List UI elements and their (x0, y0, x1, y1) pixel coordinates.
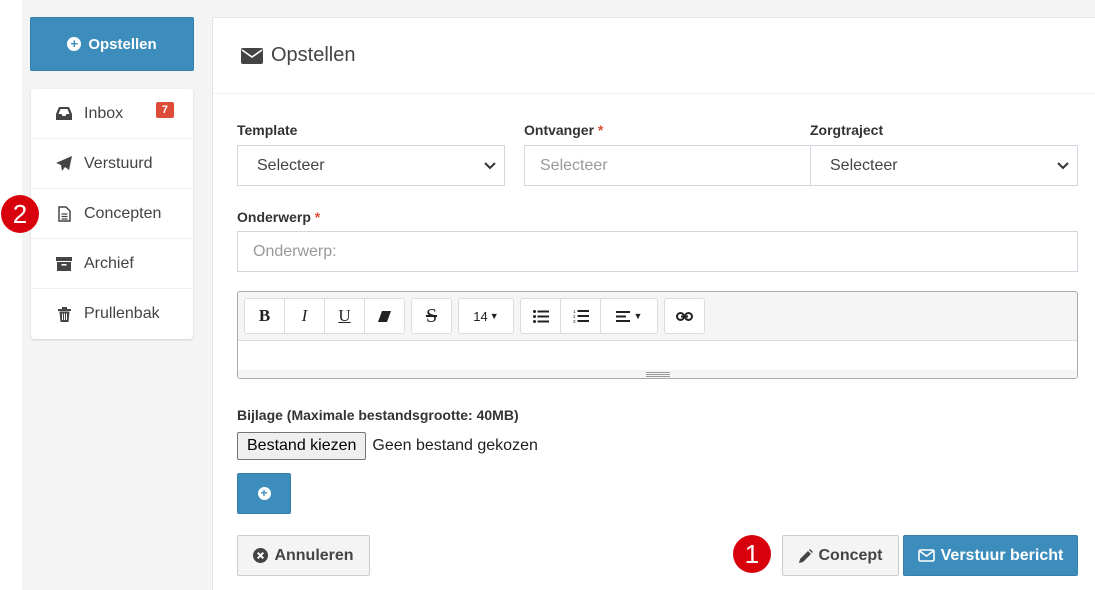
plus-circle-icon: + (67, 37, 82, 51)
save-draft-button-label: Concept (818, 546, 883, 564)
editor-toolbar: B I U S 14 ▼ 123 ▼ (238, 292, 1077, 340)
folder-inbox[interactable]: Inbox 7 (31, 89, 193, 139)
times-circle-icon (253, 548, 269, 563)
chevron-down-icon (484, 161, 496, 169)
list-ul-icon (532, 309, 549, 323)
folder-archive[interactable]: Archief (31, 239, 193, 289)
italic-button[interactable]: I (284, 298, 325, 334)
form-header: Opstellen (213, 18, 1095, 94)
required-mark: * (314, 209, 321, 225)
envelope-icon (241, 47, 263, 64)
clear-format-button[interactable] (364, 298, 405, 334)
care-path-select-value: Selecteer (830, 156, 898, 174)
annotation-marker-1: 1 (733, 535, 771, 573)
file-status: Geen bestand gekozen (372, 437, 538, 454)
align-left-icon (615, 310, 630, 322)
subject-label: Onderwerp * (237, 209, 321, 225)
folder-label: Concepten (84, 204, 162, 222)
page-title: Opstellen (271, 44, 356, 66)
underline-icon: U (338, 306, 351, 325)
template-label: Template (237, 122, 298, 138)
compose-form: Opstellen Template Selecteer Ontvanger *… (212, 17, 1095, 590)
folder-sent[interactable]: Verstuurd (31, 139, 193, 189)
resize-handle-icon (645, 371, 670, 377)
caret-down-icon: ▼ (633, 311, 643, 321)
folder-label: Inbox (84, 104, 124, 122)
compose-button-label: Opstellen (88, 35, 157, 53)
care-path-select[interactable]: Selecteer (810, 145, 1078, 186)
recipient-placeholder: Selecteer (540, 156, 608, 174)
trash-icon (55, 306, 73, 322)
add-attachment-button[interactable]: + (237, 473, 291, 514)
unread-count-badge: 7 (155, 102, 174, 118)
strikethrough-button[interactable]: S (411, 298, 452, 334)
font-size-value: 14 (473, 308, 488, 324)
attachment-label: Bijlage (Maximale bestandsgrootte: 40MB) (237, 407, 519, 423)
bold-button[interactable]: B (244, 298, 285, 334)
compose-button[interactable]: + Opstellen (30, 17, 194, 71)
bullet-list-button[interactable] (520, 298, 561, 334)
envelope-icon (917, 549, 935, 562)
folder-label: Archief (84, 254, 134, 272)
plus-circle-icon: + (257, 487, 271, 500)
eraser-icon (378, 310, 391, 322)
paper-plane-icon (55, 155, 73, 172)
cancel-button-label: Annuleren (274, 546, 354, 564)
care-path-label: Zorgtraject (810, 122, 884, 138)
insert-link-button[interactable] (664, 298, 705, 334)
send-message-button[interactable]: Verstuur bericht (903, 535, 1078, 576)
bold-icon: B (258, 306, 271, 325)
folder-label: Verstuurd (84, 154, 153, 172)
rich-text-editor: B I U S 14 ▼ 123 ▼ (237, 291, 1078, 379)
pencil-icon (798, 548, 813, 563)
annotation-marker-2: 2 (1, 195, 39, 233)
strikethrough-icon: S (425, 304, 438, 327)
link-icon (676, 311, 693, 321)
svg-text:3: 3 (573, 319, 576, 323)
numbered-list-button[interactable]: 123 (560, 298, 601, 334)
folder-trash[interactable]: Prullenbak (31, 289, 193, 339)
italic-icon: I (301, 306, 308, 325)
caret-down-icon: ▼ (489, 311, 499, 321)
choose-file-button[interactable]: Bestand kiezen (237, 432, 367, 460)
folder-label: Prullenbak (84, 305, 160, 322)
folder-list: Inbox 7 Verstuurd Concepten Archief Prul… (31, 89, 193, 339)
underline-button[interactable]: U (324, 298, 365, 334)
subject-placeholder: Onderwerp: (253, 242, 337, 260)
list-ol-icon: 123 (573, 309, 589, 323)
align-dropdown[interactable]: ▼ (600, 298, 658, 334)
subject-input[interactable]: Onderwerp: (237, 231, 1078, 272)
template-select-value: Selecteer (257, 156, 325, 174)
font-size-dropdown[interactable]: 14 ▼ (458, 298, 514, 334)
editor-resize-handle[interactable] (238, 370, 1077, 378)
required-mark: * (597, 122, 604, 138)
recipient-label: Ontvanger * (524, 122, 604, 138)
recipient-input[interactable]: Selecteer (524, 145, 811, 186)
template-select[interactable]: Selecteer (237, 145, 505, 186)
chevron-down-icon (1057, 161, 1069, 169)
file-input: Bestand kiezen Geen bestand gekozen (237, 432, 538, 460)
send-message-button-label: Verstuur bericht (940, 546, 1064, 564)
cancel-button[interactable]: Annuleren (237, 535, 370, 576)
editor-content[interactable] (238, 340, 1077, 370)
file-text-icon (55, 205, 73, 222)
inbox-icon (55, 106, 73, 122)
folder-drafts[interactable]: Concepten (31, 189, 193, 239)
archive-icon (55, 256, 73, 272)
save-draft-button[interactable]: Concept (782, 535, 899, 576)
